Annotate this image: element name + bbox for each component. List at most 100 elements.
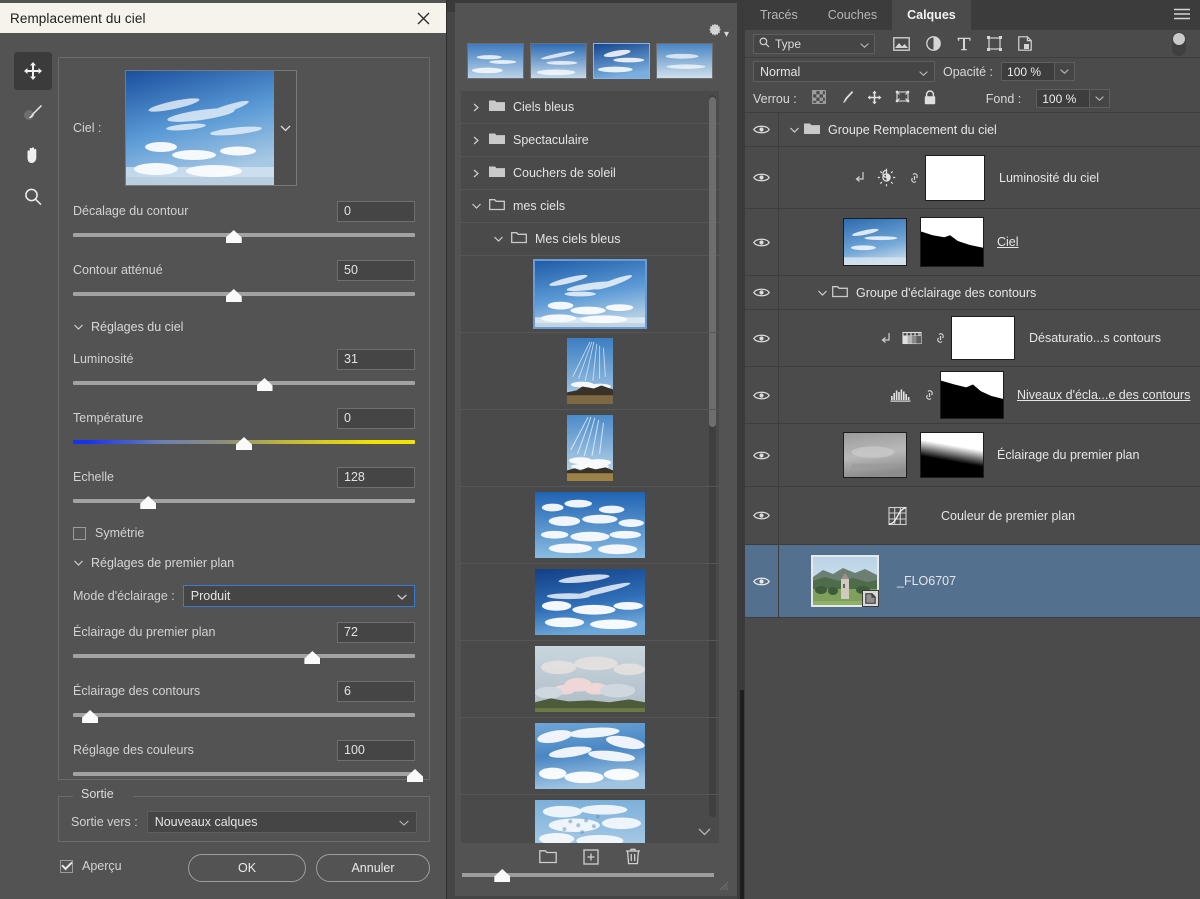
preview-checkbox[interactable]	[60, 859, 73, 873]
resize-grip[interactable]	[717, 879, 729, 891]
layer-row-eclairage-du-premier-plan[interactable]: Éclairage du premier plan	[745, 424, 1200, 487]
edge-shift-value[interactable]: 0	[337, 200, 415, 222]
layer-mask-thumbnail[interactable]	[940, 371, 1004, 419]
lighting-mode-select[interactable]: Produit	[182, 585, 415, 607]
scale-value[interactable]: 128	[337, 466, 415, 488]
layer-image-thumbnail[interactable]	[843, 432, 907, 478]
smart-object-thumbnail[interactable]	[811, 555, 879, 607]
slider-knob[interactable]	[494, 869, 511, 882]
layer-mask-thumbnail[interactable]	[925, 154, 985, 201]
tree-group-spectaculaire[interactable]: Spectaculaire	[461, 124, 719, 157]
magnifier-icon[interactable]	[14, 178, 52, 216]
edge-fade-value[interactable]: 50	[337, 259, 415, 281]
filter-enable-toggle[interactable]	[1172, 31, 1186, 56]
chevron-down-icon[interactable]	[698, 825, 711, 839]
brightness-slider[interactable]	[73, 377, 415, 393]
tab-traces[interactable]: Tracés	[745, 0, 813, 30]
recent-sky-2[interactable]	[530, 43, 587, 79]
fill-dropdown-icon[interactable]	[1090, 89, 1111, 108]
layer-visibility-toggle[interactable]	[745, 367, 779, 423]
layer-image-thumbnail[interactable]	[843, 218, 907, 266]
lock-all-icon[interactable]	[923, 89, 937, 108]
layer-row-niveaux-eclairage-des-contours[interactable]: Niveaux d'écla...e des contours	[745, 367, 1200, 424]
layer-mask-thumbnail[interactable]	[951, 316, 1015, 360]
chevron-down-icon[interactable]	[787, 127, 801, 133]
edge-lighting-slider[interactable]	[73, 709, 415, 725]
layer-row-groupe-remplacement-du-ciel[interactable]: Groupe Remplacement du ciel	[745, 113, 1200, 147]
chevron-down-icon[interactable]	[815, 290, 829, 296]
scale-slider[interactable]	[73, 495, 415, 511]
chevron-down-icon[interactable]	[274, 71, 296, 185]
close-icon[interactable]	[410, 5, 436, 31]
new-folder-icon[interactable]	[539, 849, 557, 867]
hamburger-menu-icon[interactable]	[1174, 8, 1190, 23]
preset-6[interactable]	[534, 645, 646, 713]
layer-visibility-toggle[interactable]	[745, 209, 779, 275]
slider-knob[interactable]	[225, 289, 242, 302]
slider-knob[interactable]	[236, 437, 252, 450]
slider-knob[interactable]	[82, 710, 99, 723]
layer-visibility-toggle[interactable]	[745, 310, 779, 366]
preset-1[interactable]	[533, 259, 647, 329]
preset-4[interactable]	[534, 491, 646, 559]
layer-visibility-toggle[interactable]	[745, 147, 779, 208]
sky-adjustments-section-header[interactable]: Réglages du ciel	[59, 320, 429, 334]
brush-tool[interactable]	[14, 94, 52, 132]
slider-knob[interactable]	[407, 769, 423, 782]
color-adjustment-slider[interactable]	[73, 768, 423, 784]
link-mask-icon[interactable]	[918, 387, 940, 403]
opacity-value[interactable]: 100 %	[1001, 62, 1056, 81]
shape-layer-filter-icon[interactable]	[987, 36, 1002, 51]
color-adjustment-value[interactable]: 100	[337, 739, 415, 761]
layer-row-ciel[interactable]: Ciel	[745, 209, 1200, 276]
foreground-lighting-slider[interactable]	[73, 650, 415, 666]
recent-sky-3[interactable]	[593, 43, 650, 79]
opacity-dropdown-icon[interactable]	[1055, 62, 1076, 81]
thumbnail-size-slider[interactable]	[462, 868, 714, 884]
lock-position-icon[interactable]	[867, 90, 882, 108]
link-mask-icon[interactable]	[903, 170, 925, 186]
layer-row-desaturation-des-contours[interactable]: Désaturatio...s contours	[745, 310, 1200, 367]
brightness-value[interactable]: 31	[337, 348, 415, 370]
layer-visibility-toggle[interactable]	[745, 113, 779, 146]
type-layer-filter-icon[interactable]	[957, 37, 971, 51]
preset-7[interactable]	[534, 722, 646, 790]
recent-sky-4[interactable]	[656, 43, 713, 79]
hand-tool[interactable]	[14, 136, 52, 174]
add-sky-icon[interactable]	[583, 848, 599, 868]
layer-visibility-toggle[interactable]	[745, 487, 779, 544]
foreground-lighting-value[interactable]: 72	[337, 621, 415, 643]
link-mask-icon[interactable]	[929, 330, 951, 346]
sky-preset-picker[interactable]	[125, 70, 297, 186]
smart-object-filter-icon[interactable]	[1018, 36, 1032, 51]
foreground-adjustments-section-header[interactable]: Réglages de premier plan	[59, 556, 429, 570]
tree-group-couchers-de-soleil[interactable]: Couchers de soleil	[461, 157, 719, 190]
edge-fade-slider[interactable]	[73, 288, 415, 304]
blend-mode-select[interactable]: Normal	[753, 61, 935, 82]
tab-couches[interactable]: Couches	[813, 0, 892, 30]
fill-value[interactable]: 100 %	[1036, 89, 1091, 108]
temperature-value[interactable]: 0	[337, 407, 415, 429]
layer-row-couleur-de-premier-plan[interactable]: Couleur de premier plan	[745, 487, 1200, 545]
edge-shift-slider[interactable]	[73, 229, 415, 245]
lock-pixels-icon[interactable]	[839, 90, 854, 108]
edge-lighting-value[interactable]: 6	[337, 680, 415, 702]
lock-transparency-icon[interactable]	[811, 90, 826, 107]
output-to-select[interactable]: Nouveaux calques	[146, 811, 417, 833]
layer-mask-thumbnail[interactable]	[920, 432, 984, 478]
tree-group-mes-ciels[interactable]: mes ciels	[461, 190, 719, 223]
gear-icon[interactable]: ▾	[707, 23, 729, 42]
ok-button[interactable]: OK	[188, 854, 306, 882]
slider-knob[interactable]	[140, 496, 157, 509]
delete-sky-icon[interactable]	[625, 848, 641, 868]
layer-row-luminosite-du-ciel[interactable]: Luminosité du ciel	[745, 147, 1200, 209]
recent-sky-1[interactable]	[467, 43, 524, 79]
lock-artboard-icon[interactable]	[895, 90, 910, 108]
slider-knob[interactable]	[304, 651, 321, 664]
preset-5[interactable]	[534, 568, 646, 636]
preset-8[interactable]	[534, 799, 646, 843]
layer-visibility-toggle[interactable]	[745, 424, 779, 486]
preset-2[interactable]	[566, 337, 614, 405]
layer-visibility-toggle[interactable]	[745, 545, 779, 617]
slider-knob[interactable]	[256, 378, 273, 391]
